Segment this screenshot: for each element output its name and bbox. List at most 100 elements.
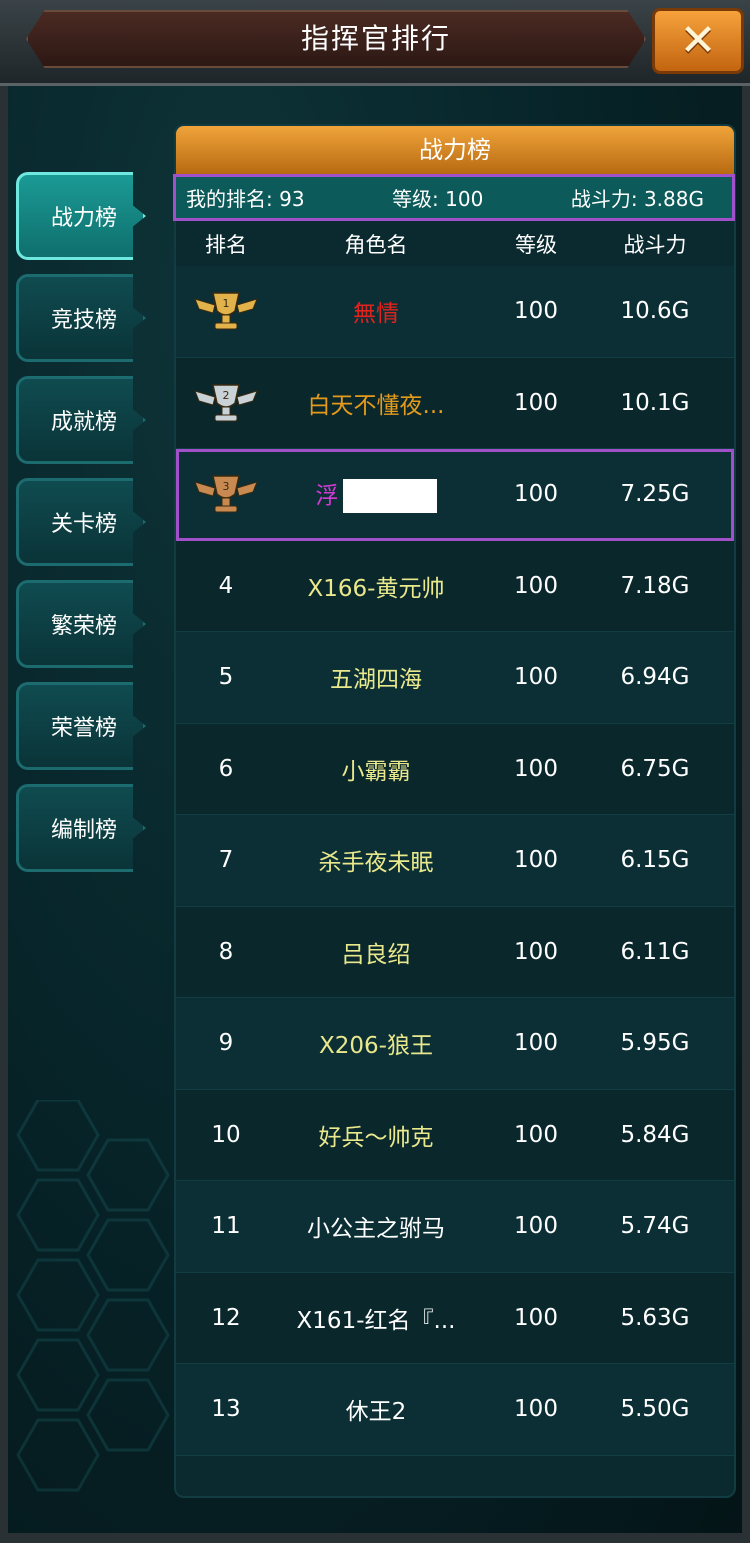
level-cell: 100 — [514, 1030, 558, 1057]
table-row[interactable]: 2 白天不懂夜... 100 10.1G — [176, 357, 734, 449]
rank-cell: 3 — [176, 472, 276, 516]
my-level-value: 等级: 100 — [392, 187, 484, 211]
power-cell: 5.95G — [620, 1030, 690, 1057]
close-icon: ✕ — [679, 15, 717, 66]
close-button[interactable]: ✕ — [652, 8, 744, 74]
tab-label: 成就榜 — [51, 410, 118, 435]
name-cell: 小公主之驸马 — [276, 1209, 476, 1243]
my-rank-value: 我的排名: 93 — [186, 187, 305, 211]
table-row[interactable]: 4 X166-黄元帅 100 7.18G — [176, 540, 734, 632]
tab-0[interactable]: 战力榜 — [16, 172, 146, 260]
name-cell: 小霸霸 — [276, 752, 476, 786]
player-name: 五湖四海 — [330, 667, 422, 694]
table-row[interactable]: 3 浮 100 7.25G — [176, 449, 734, 541]
ranking-tabs: 战力榜竞技榜成就榜关卡榜繁荣榜荣誉榜编制榜 — [16, 172, 146, 886]
name-cell: X206-狼王 — [276, 1026, 476, 1060]
column-power-header: 战斗力 — [623, 233, 687, 257]
level-cell: 100 — [514, 481, 558, 508]
level-cell: 100 — [514, 572, 558, 599]
column-rank-header: 排名 — [205, 233, 247, 257]
table-row[interactable]: 1 無情 100 10.6G — [176, 266, 734, 358]
power-cell: 7.18G — [620, 572, 690, 599]
silver-trophy-icon: 2 — [194, 384, 258, 422]
player-name: 小霸霸 — [341, 758, 411, 785]
tab-1[interactable]: 竞技榜 — [16, 274, 146, 362]
player-name: 無情 — [353, 301, 399, 328]
level-cell: 100 — [514, 1396, 558, 1423]
rank-cell: 5 — [218, 664, 234, 691]
table-row[interactable]: 10 好兵～帅克 100 5.84G — [176, 1089, 734, 1181]
level-cell: 100 — [514, 389, 558, 416]
tab-label: 战力榜 — [51, 206, 118, 231]
level-cell: 100 — [514, 755, 558, 782]
player-name: 休王2 — [345, 1399, 407, 1426]
power-cell: 6.94G — [620, 664, 690, 691]
rank-cell: 1 — [176, 289, 276, 333]
svg-text:3: 3 — [223, 480, 230, 493]
table-row[interactable]: 6 小霸霸 100 6.75G — [176, 723, 734, 815]
rank-cell: 9 — [218, 1030, 234, 1057]
gold-trophy-icon: 1 — [194, 292, 258, 330]
name-cell: X161-红名『... — [276, 1301, 476, 1335]
tab-5[interactable]: 荣誉榜 — [16, 682, 146, 770]
player-name: X206-狼王 — [319, 1033, 433, 1060]
rank-cell: 4 — [218, 572, 234, 599]
power-cell: 5.74G — [620, 1213, 690, 1240]
table-row[interactable]: 11 小公主之驸马 100 5.74G — [176, 1181, 734, 1273]
my-power-value: 战斗力: 3.88G — [570, 187, 704, 211]
table-row[interactable]: 12 X161-红名『... 100 5.63G — [176, 1272, 734, 1364]
table-row[interactable]: 13 休王2 100 5.50G — [176, 1364, 734, 1456]
rank-cell: 12 — [211, 1304, 241, 1331]
name-cell: 白天不懂夜... — [276, 386, 476, 420]
player-name: X161-红名『... — [296, 1307, 456, 1334]
rank-cell: 8 — [218, 938, 234, 965]
tab-2[interactable]: 成就榜 — [16, 376, 146, 464]
player-name: 吕良绍 — [341, 941, 411, 968]
name-cell: 五湖四海 — [276, 660, 476, 694]
power-cell: 6.15G — [620, 847, 690, 874]
tab-label: 荣誉榜 — [51, 716, 118, 741]
panel-title: 战力榜 — [176, 126, 734, 174]
table-row[interactable]: 9 X206-狼王 100 5.95G — [176, 998, 734, 1090]
title-bar: 指挥官排行 ✕ — [0, 0, 750, 86]
level-cell: 100 — [514, 1213, 558, 1240]
tab-label: 关卡榜 — [51, 512, 118, 537]
tab-3[interactable]: 关卡榜 — [16, 478, 146, 566]
ranking-panel: 战力榜 我的排名: 93 等级: 100 战斗力: 3.88G 排名 角色名 等… — [173, 124, 736, 1498]
table-header: 排名 角色名 等级 战斗力 — [176, 222, 734, 266]
table-row[interactable]: 7 杀手夜未眠 100 6.15G — [176, 815, 734, 907]
bronze-trophy-icon: 3 — [194, 475, 258, 513]
column-level-header: 等级 — [515, 233, 557, 257]
level-cell: 100 — [514, 1304, 558, 1331]
table-row[interactable]: 8 吕良绍 100 6.11G — [176, 906, 734, 998]
ranking-list: 1 無情 100 10.6G 2 白天不懂夜... 100 10.1G 3 浮 100 7.25G 4 X… — [176, 266, 734, 1456]
player-name: 好兵～帅克 — [318, 1124, 434, 1151]
tab-label: 繁荣榜 — [51, 614, 118, 639]
svg-text:2: 2 — [223, 389, 230, 402]
name-cell: 杀手夜未眠 — [276, 843, 476, 877]
svg-text:1: 1 — [223, 297, 230, 310]
power-cell: 5.63G — [620, 1304, 690, 1331]
rank-cell: 13 — [211, 1396, 241, 1423]
tab-4[interactable]: 繁荣榜 — [16, 580, 146, 668]
name-cell: 吕良绍 — [276, 935, 476, 969]
name-cell: 無情 — [276, 294, 476, 328]
table-row[interactable]: 5 五湖四海 100 6.94G — [176, 632, 734, 724]
player-name: 白天不懂夜... — [307, 392, 445, 419]
level-cell: 100 — [514, 1121, 558, 1148]
rank-cell: 7 — [218, 847, 234, 874]
rank-cell: 2 — [176, 381, 276, 425]
tab-label: 编制榜 — [51, 818, 118, 843]
power-cell: 6.11G — [620, 938, 690, 965]
rank-cell: 6 — [218, 755, 234, 782]
tab-6[interactable]: 编制榜 — [16, 784, 146, 872]
power-cell: 10.1G — [620, 389, 690, 416]
level-cell: 100 — [514, 298, 558, 325]
player-name: 小公主之驸马 — [307, 1216, 445, 1243]
redaction-box — [342, 479, 437, 513]
name-cell: X166-黄元帅 — [276, 569, 476, 603]
power-cell: 7.25G — [620, 481, 690, 508]
player-name: 杀手夜未眠 — [318, 850, 434, 877]
window-title: 指挥官排行 — [300, 22, 451, 55]
power-cell: 6.75G — [620, 755, 690, 782]
